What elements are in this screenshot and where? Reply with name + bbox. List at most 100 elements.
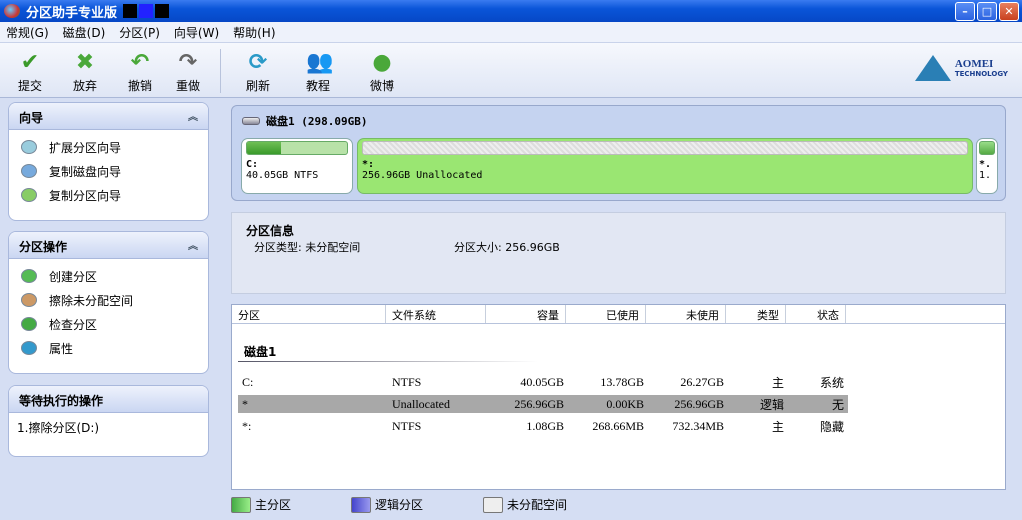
undo-button[interactable]: ↶ 撤销 bbox=[120, 51, 160, 94]
partition-block-c[interactable]: C: 40.05GB NTFS bbox=[241, 138, 353, 194]
table-cell: 1.08GB bbox=[526, 418, 564, 433]
table-row[interactable]: C: NTFS 40.05GB 13.78GB 26.27GB 主 系统 bbox=[238, 373, 848, 391]
partition-block-unallocated[interactable]: *: 256.96GB Unallocated bbox=[357, 138, 973, 194]
logo-mark-icon bbox=[914, 55, 951, 81]
legend-logical: 逻辑分区 bbox=[351, 496, 423, 513]
ops-title: 分区操作 bbox=[19, 240, 68, 254]
weibo-button[interactable]: ● 微博 bbox=[362, 51, 402, 94]
table-cell: 隐藏 bbox=[819, 419, 844, 434]
hard-disk-icon bbox=[242, 117, 260, 125]
menu-help[interactable]: 帮助(H) bbox=[233, 24, 275, 41]
redacted-block bbox=[139, 4, 154, 18]
table-cell: 13.78GB bbox=[600, 374, 644, 389]
col-type[interactable]: 类型 bbox=[726, 305, 786, 323]
wizard-extend-partition[interactable]: 扩展分区向导 bbox=[9, 135, 208, 159]
partition-table: 分区 文件系统 容量 已使用 未使用 类型 状态 磁盘1 C: NTFS 40.05… bbox=[231, 304, 1006, 490]
col-filesystem[interactable]: 文件系统 bbox=[386, 305, 486, 323]
partition-name: C: bbox=[246, 159, 259, 170]
item-label: 扩展分区向导 bbox=[49, 140, 122, 155]
discard-label: 放弃 bbox=[72, 79, 97, 93]
maximize-button[interactable]: □ bbox=[977, 2, 997, 21]
table-cell: NTFS bbox=[392, 374, 422, 389]
people-icon: ● bbox=[372, 50, 392, 75]
tutorial-label: 教程 bbox=[305, 79, 330, 93]
legend-label: 逻辑分区 bbox=[375, 498, 424, 512]
col-partition[interactable]: 分区 bbox=[232, 305, 386, 323]
col-used[interactable]: 已使用 bbox=[566, 305, 646, 323]
collapse-icon[interactable]: ︽ bbox=[188, 108, 198, 123]
table-cell: C: bbox=[242, 374, 254, 389]
menu-disk[interactable]: 磁盘(D) bbox=[63, 24, 106, 41]
legend-swatch bbox=[483, 496, 504, 513]
op-properties[interactable]: 属性 bbox=[9, 336, 208, 360]
table-cell: 268.66MB bbox=[592, 418, 644, 433]
op-wipe-unallocated[interactable]: 擦除未分配空间 bbox=[9, 288, 208, 312]
pending-header: 等待执行的操作 bbox=[9, 386, 208, 413]
toolbar-divider bbox=[220, 49, 221, 93]
legend-primary: 主分区 bbox=[231, 496, 291, 513]
table-cell: *: bbox=[242, 418, 252, 433]
menu-partition[interactable]: 分区(P) bbox=[119, 24, 160, 41]
info-title: 分区信息 bbox=[246, 224, 295, 238]
commit-label: 提交 bbox=[17, 79, 42, 93]
col-status[interactable]: 状态 bbox=[786, 305, 846, 323]
redo-button[interactable]: ↷ 重做 bbox=[168, 51, 208, 94]
op-create-partition[interactable]: 创建分区 bbox=[9, 264, 208, 288]
menu-bar: 常规(G) 磁盘(D) 分区(P) 向导(W) 帮助(H) bbox=[0, 22, 1022, 42]
title-bar: 分区助手专业版 – □ ✕ bbox=[0, 0, 1022, 22]
tutorial-button[interactable]: 👥 教程 bbox=[298, 51, 338, 94]
item-label: 创建分区 bbox=[49, 269, 98, 284]
commit-button[interactable]: ✔ 提交 bbox=[10, 51, 50, 94]
usage-fill bbox=[247, 142, 281, 154]
refresh-icon: ⟳ bbox=[248, 50, 268, 75]
usage-bar bbox=[362, 141, 968, 155]
disk-title: 磁盘1 (298.09GB) bbox=[266, 115, 368, 128]
table-cell: 主 bbox=[771, 419, 784, 434]
redo-label: 重做 bbox=[175, 79, 200, 93]
table-row[interactable]: *: NTFS 1.08GB 268.66MB 732.34MB 主 隐藏 bbox=[238, 417, 848, 435]
item-label: 擦除未分配空间 bbox=[49, 293, 134, 308]
partition-desc: 40.05GB NTFS bbox=[246, 170, 319, 181]
wizard-header[interactable]: 向导 ︽ bbox=[9, 103, 208, 130]
partition-name: *. bbox=[979, 159, 992, 170]
ops-header[interactable]: 分区操作 ︽ bbox=[9, 232, 208, 259]
menu-general[interactable]: 常规(G) bbox=[6, 24, 49, 41]
refresh-button[interactable]: ⟳ 刷新 bbox=[238, 51, 278, 94]
collapse-icon[interactable]: ︽ bbox=[188, 237, 198, 252]
minimize-button[interactable]: – bbox=[955, 2, 975, 21]
disk-map: 磁盘1 (298.09GB) C: 40.05GB NTFS *: 256.96… bbox=[231, 105, 1006, 201]
usage-bar bbox=[246, 141, 348, 155]
copy-disk-icon bbox=[21, 164, 37, 178]
menu-wizard[interactable]: 向导(W) bbox=[174, 24, 219, 41]
partition-info: 分区信息 分区类型: 未分配空间 分区大小: 256.96GB bbox=[231, 212, 1006, 294]
toolbar: ✔ 提交 ✖ 放弃 ↶ 撤销 ↷ 重做 ⟳ 刷新 👥 教程 ● 微博 AOMEI TECHNOL… bbox=[0, 42, 1022, 98]
table-cell: 26.27GB bbox=[680, 374, 724, 389]
col-unused[interactable]: 未使用 bbox=[646, 305, 726, 323]
pending-ops-pane: 等待执行的操作 1.擦除分区(D:) bbox=[8, 385, 209, 457]
aomei-logo: AOMEI TECHNOLOGY bbox=[914, 55, 1008, 81]
partition-block-hidden[interactable]: *. 1. bbox=[976, 138, 998, 194]
item-label: 复制分区向导 bbox=[49, 188, 122, 203]
legend-swatch bbox=[231, 496, 251, 513]
wizard-copy-partition[interactable]: 复制分区向导 bbox=[9, 183, 208, 207]
check-icon bbox=[21, 317, 37, 331]
wizard-copy-disk[interactable]: 复制磁盘向导 bbox=[9, 159, 208, 183]
group-divider bbox=[238, 361, 538, 362]
pending-op-item[interactable]: 1.擦除分区(D:) bbox=[9, 416, 208, 438]
info-icon bbox=[21, 341, 37, 355]
table-cell: 40.05GB bbox=[520, 374, 564, 389]
legend: 主分区 逻辑分区 未分配空间 bbox=[231, 496, 627, 513]
discard-button[interactable]: ✖ 放弃 bbox=[65, 51, 105, 94]
partition-desc: 256.96GB Unallocated bbox=[362, 170, 483, 181]
table-row[interactable]: * Unallocated 256.96GB 0.00KB 256.96GB 逻辑 无 bbox=[238, 395, 848, 413]
checkmark-icon: ✔ bbox=[20, 50, 40, 75]
op-check-partition[interactable]: 检查分区 bbox=[9, 312, 208, 336]
table-cell: Unallocated bbox=[392, 396, 450, 411]
item-label: 属性 bbox=[49, 341, 74, 356]
x-icon: ✖ bbox=[75, 50, 95, 75]
item-label: 1.擦除分区(D:) bbox=[17, 420, 100, 435]
weibo-label: 微博 bbox=[369, 79, 394, 93]
table-header: 分区 文件系统 容量 已使用 未使用 类型 状态 bbox=[232, 305, 1005, 324]
close-button[interactable]: ✕ bbox=[999, 2, 1019, 21]
col-capacity[interactable]: 容量 bbox=[486, 305, 566, 323]
